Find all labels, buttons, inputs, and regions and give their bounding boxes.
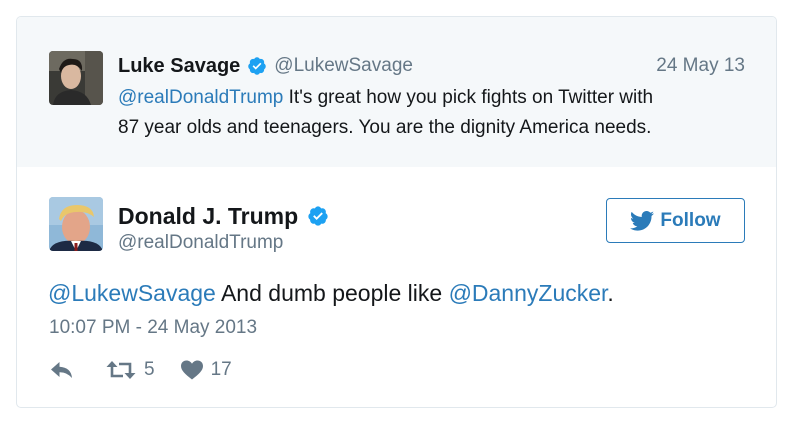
reply-icon xyxy=(50,360,74,380)
mention-link[interactable]: @realDonaldTrump xyxy=(118,87,283,108)
mention-link-lukewsavage[interactable]: @LukewSavage xyxy=(48,280,216,306)
mention-link-dannyzucker[interactable]: @DannyZucker xyxy=(449,280,608,306)
main-author-handle[interactable]: @realDonaldTrump xyxy=(118,232,283,254)
like-count: 17 xyxy=(210,359,232,380)
verified-badge-icon xyxy=(307,205,329,227)
parent-text-line2: 87 year olds and teenagers. You are the … xyxy=(118,117,652,138)
main-text-middle: And dumb people like xyxy=(215,280,449,306)
heart-icon xyxy=(180,360,203,380)
parent-tweet-text: @realDonaldTrump It's great how you pick… xyxy=(118,83,758,143)
follow-button[interactable]: Follow xyxy=(606,198,745,243)
main-text-end: . xyxy=(607,280,614,306)
retweet-button[interactable]: 5 xyxy=(106,359,155,381)
retweet-icon xyxy=(106,360,136,380)
luke-savage-avatar[interactable] xyxy=(49,51,103,105)
reply-button[interactable] xyxy=(50,360,74,380)
main-author-name[interactable]: Donald J. Trump xyxy=(118,203,298,230)
tweet-actions: 5 17 xyxy=(50,359,232,381)
twitter-bird-icon xyxy=(630,210,655,231)
parent-tweet[interactable]: Luke Savage @LukewSavage 24 May 13 @real… xyxy=(17,17,776,167)
parent-tweet-date[interactable]: 24 May 13 xyxy=(656,55,745,77)
like-button[interactable]: 17 xyxy=(180,359,232,381)
verified-badge-icon xyxy=(247,56,267,76)
parent-author-name[interactable]: Luke Savage xyxy=(118,55,240,78)
tweet-embed-card: Luke Savage @LukewSavage 24 May 13 @real… xyxy=(16,16,777,408)
donald-trump-avatar[interactable] xyxy=(49,197,103,251)
parent-text-line1: It's great how you pick fights on Twitte… xyxy=(283,87,654,108)
retweet-count: 5 xyxy=(144,359,155,380)
tweet-timestamp[interactable]: 10:07 PM - 24 May 2013 xyxy=(49,317,257,339)
main-tweet-text: @LukewSavage And dumb people like @Danny… xyxy=(48,278,748,308)
follow-label: Follow xyxy=(660,209,721,231)
parent-author-handle[interactable]: @LukewSavage xyxy=(274,55,413,77)
